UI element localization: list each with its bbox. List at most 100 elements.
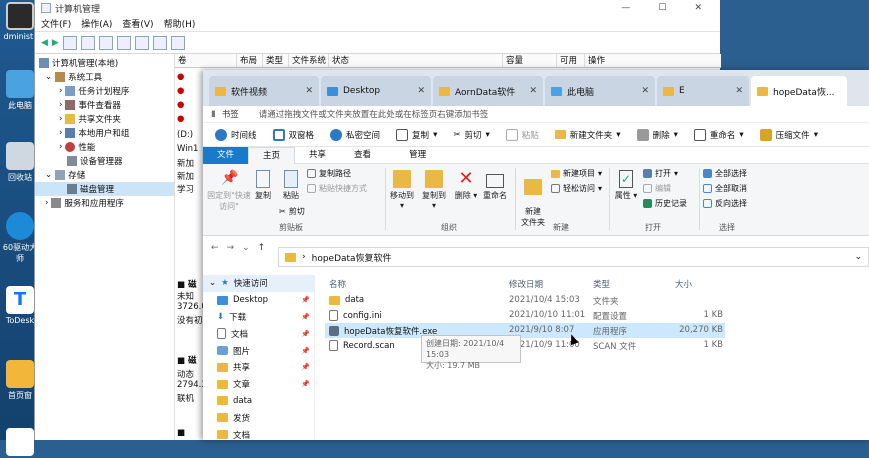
col-status[interactable]: 状态	[329, 54, 503, 67]
tree-item-storage[interactable]: ⌄ 存储	[35, 168, 174, 182]
close-tab-icon[interactable]: ✕	[417, 86, 425, 96]
nav-quick-access[interactable]: ⌄ ★ 快速访问	[203, 275, 314, 292]
forward-icon[interactable]: →	[227, 243, 235, 253]
tree-item-root[interactable]: 计算机管理(本地)	[35, 56, 174, 70]
ribbon-tab-home[interactable]: 主页	[248, 146, 296, 164]
dual-pane-button[interactable]: 双窗格	[272, 128, 314, 141]
close-tab-icon[interactable]: ✕	[641, 86, 649, 96]
nav-documents[interactable]: 文档 📌	[203, 325, 314, 342]
col-size[interactable]: 大小	[675, 278, 692, 290]
ribbon-tab-view[interactable]: 查看	[340, 147, 385, 164]
ribbon-copy-button[interactable]: 复制	[251, 170, 275, 201]
address-dropdown-icon[interactable]: ⌄	[854, 252, 868, 262]
nav-pictures[interactable]: 图片 📌	[203, 342, 314, 359]
tab-this-pc[interactable]: 此电脑 ✕	[545, 76, 655, 106]
check-icon[interactable]	[152, 35, 167, 50]
pin-quick-access-button[interactable]: 📌 固定到"快速访问"	[207, 170, 251, 212]
ribbon-tab-manage[interactable]: 管理	[395, 147, 440, 164]
col-actions[interactable]: 操作	[585, 54, 705, 67]
volume-row[interactable]: 学习	[177, 183, 194, 195]
close-tab-icon[interactable]: ✕	[529, 86, 537, 96]
move-to-button[interactable]: 移动到 ▾	[387, 170, 417, 210]
menu-file[interactable]: 文件(F)	[41, 17, 71, 30]
select-none-button[interactable]: 全部取消	[703, 183, 747, 194]
back-icon[interactable]: ←	[211, 243, 219, 253]
volume-row[interactable]: Win1	[177, 144, 198, 154]
volume-row[interactable]: ●	[177, 72, 184, 82]
new-item-button[interactable]: 新建项目 ▾	[551, 168, 602, 179]
close-tab-icon[interactable]: ✕	[305, 86, 313, 96]
edit-button[interactable]: 编辑	[643, 183, 671, 194]
ribbon-rename-button[interactable]: 重命名	[481, 170, 509, 201]
bookmark-label[interactable]: 书签	[222, 108, 239, 120]
paste-button[interactable]: 粘贴	[505, 128, 539, 141]
volume-row[interactable]: ●	[177, 86, 184, 96]
tab-hopedata[interactable]: hopeData恢...	[751, 76, 847, 106]
tree-item-shared-folders[interactable]: › 共享文件夹	[35, 112, 174, 126]
address-bar[interactable]: › hopeData恢复软件 ⌄	[278, 247, 869, 267]
col-type[interactable]: 类型	[593, 278, 610, 290]
select-all-button[interactable]: 全部选择	[703, 168, 747, 179]
close-tab-icon[interactable]: ✕	[735, 86, 743, 96]
paste-shortcut-button[interactable]: 粘贴快捷方式	[307, 183, 367, 194]
file-row[interactable]: Record.scan 2021/10/9 11:00 SCAN 文件 1 KB	[325, 338, 725, 353]
help-icon[interactable]	[98, 35, 113, 50]
menu-help[interactable]: 帮助(H)	[164, 17, 196, 30]
compress-button[interactable]: 压缩文件 ▾	[759, 128, 818, 141]
menu-action[interactable]: 操作(A)	[81, 17, 112, 30]
tree-item-system-tools[interactable]: ⌄ 系统工具	[35, 70, 174, 84]
close-icon[interactable]: ✕	[694, 3, 702, 13]
tree-item-performance[interactable]: › 性能	[35, 140, 174, 154]
nav-shared[interactable]: 共享 📌	[203, 359, 314, 376]
history-button[interactable]: 历史记录	[643, 198, 687, 209]
delete-button[interactable]: 删除 ▾	[636, 128, 678, 141]
nav-documents-2[interactable]: 文档	[203, 426, 314, 443]
ribbon-cut-button[interactable]: ✂ 剪切	[279, 206, 305, 217]
volume-row[interactable]: ●	[177, 100, 184, 110]
open-button[interactable]: 打开 ▾	[643, 168, 678, 179]
back-icon[interactable]: ◀	[41, 38, 48, 48]
tab-e[interactable]: E ✕	[657, 76, 749, 106]
tab-desktop[interactable]: Desktop ✕	[321, 76, 431, 106]
menu-view[interactable]: 查看(V)	[122, 17, 153, 30]
properties-icon[interactable]	[116, 35, 131, 50]
col-filesystem[interactable]: 文件系统	[289, 54, 329, 67]
file-row-selected[interactable]: hopeData恢复软件.exe 2021/9/10 8:07 应用程序 20,…	[325, 323, 725, 338]
recent-chevron-icon[interactable]: ⌄	[242, 243, 250, 253]
list-icon[interactable]	[134, 35, 149, 50]
col-name[interactable]: 名称	[329, 278, 346, 290]
cut-button[interactable]: ✂ 剪切 ▾	[453, 129, 489, 141]
up-icon[interactable]	[62, 35, 77, 50]
invert-selection-button[interactable]: 反向选择	[703, 198, 747, 209]
rename-button[interactable]: 重命名 ▾	[693, 128, 744, 141]
new-folder-button[interactable]: 新建文件夹 ▾	[554, 129, 621, 141]
address-path[interactable]: hopeData恢复软件	[312, 251, 392, 264]
file-row[interactable]: data 2021/10/4 15:03 文件夹	[325, 293, 725, 308]
maximize-icon[interactable]: ☐	[658, 3, 666, 13]
col-type[interactable]: 类型	[263, 54, 289, 67]
tree-item-users-groups[interactable]: › 本地用户和组	[35, 126, 174, 140]
properties-button[interactable]: ✓ 属性 ▾	[613, 170, 639, 201]
col-volume[interactable]: 卷	[175, 54, 237, 67]
nav-shipping[interactable]: 发货	[203, 409, 314, 426]
volume-row[interactable]: 新加	[177, 170, 194, 182]
tree-item-disk-management[interactable]: 磁盘管理	[35, 182, 174, 196]
tree-item-device-manager[interactable]: 设备管理器	[35, 154, 174, 168]
timeline-button[interactable]: 时间线	[215, 128, 257, 141]
volume-row[interactable]: 新加	[177, 157, 194, 169]
ribbon-delete-button[interactable]: ✕ 删除 ▾	[453, 170, 479, 201]
ribbon-new-folder-button[interactable]: 新建 文件夹	[517, 170, 549, 228]
col-layout[interactable]: 布局	[237, 54, 263, 67]
tree-item-task-scheduler[interactable]: › 任务计划程序	[35, 84, 174, 98]
nav-articles[interactable]: 文章 📌	[203, 376, 314, 393]
up-icon[interactable]: ↑	[258, 243, 266, 253]
col-date[interactable]: 修改日期	[509, 278, 543, 290]
show-hide-tree-icon[interactable]	[80, 35, 95, 50]
tree-item-event-viewer[interactable]: › 事件查看器	[35, 98, 174, 112]
copy-to-button[interactable]: 复制到 ▾	[419, 170, 449, 210]
tab-aorndata[interactable]: AornData软件 ✕	[433, 76, 543, 106]
minimize-icon[interactable]: —	[621, 3, 630, 13]
private-space-button[interactable]: 私密空间	[330, 128, 380, 141]
volume-row[interactable]: ●	[177, 114, 184, 124]
volume-row[interactable]: (D:)	[177, 130, 193, 140]
